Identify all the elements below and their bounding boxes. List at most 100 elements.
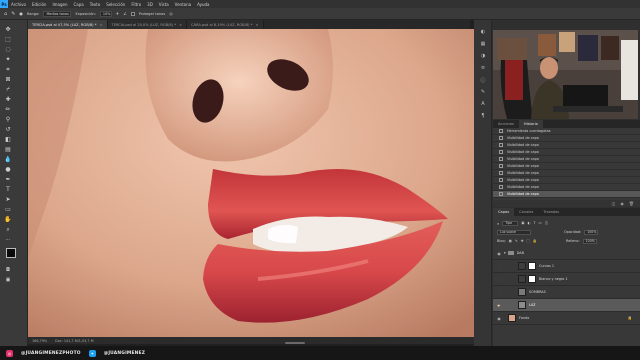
path-selection-tool-icon[interactable]: ➤ (4, 196, 12, 204)
layer-row-fondo[interactable]: ◉ Fondo 🔒 (493, 312, 640, 325)
foreground-color-swatch[interactable] (6, 248, 16, 258)
blend-mode-select[interactable]: Luz suave (497, 229, 531, 235)
history-row[interactable]: Visibilidad de capa (493, 170, 640, 177)
doc-tab-1[interactable]: TERCIA.psd al 47,5% (LUZ, RGB/8) * × (28, 20, 108, 29)
history-row-current[interactable]: Visibilidad de capa (493, 191, 640, 198)
type-filter-icon[interactable]: T (533, 221, 535, 225)
dodge-tool-preset-icon[interactable]: ✎ (11, 11, 15, 17)
lock-all-icon[interactable]: 🔒 (533, 239, 537, 243)
history-row[interactable]: Visibilidad de capa (493, 149, 640, 156)
menu-imagen[interactable]: Imagen (49, 2, 70, 7)
history-row[interactable]: Visibilidad de capa (493, 184, 640, 191)
tab-historia[interactable]: Historia (518, 120, 543, 128)
layer-row-blanco-negro[interactable]: ◌ Blanco y negro 1 (493, 273, 640, 286)
hand-tool-icon[interactable]: ✋ (4, 216, 12, 224)
history-row[interactable]: Visibilidad de capa (493, 163, 640, 170)
more-tools-icon[interactable]: ⋯ (4, 236, 12, 244)
trash-icon[interactable]: 🗑 (629, 201, 634, 206)
brush-tool-icon[interactable]: ✏ (4, 106, 12, 114)
eye-icon[interactable]: ◌ (496, 290, 502, 295)
eraser-tool-icon[interactable]: ◧ (4, 136, 12, 144)
menu-filtro[interactable]: Filtro (128, 2, 144, 7)
lock-move-icon[interactable]: ✥ (521, 239, 524, 243)
marquee-tool-icon[interactable]: ⬚ (4, 36, 12, 44)
history-row[interactable]: Visibilidad de capa (493, 135, 640, 142)
photoshop-logo-icon[interactable]: Ps (0, 0, 8, 8)
document-canvas[interactable] (28, 29, 474, 337)
character-panel-icon[interactable]: A (479, 100, 487, 108)
smart-object-filter-icon[interactable]: ◫ (545, 221, 548, 225)
tab-capas[interactable]: Capas (493, 208, 515, 216)
history-row[interactable]: Visibilidad de capa (493, 156, 640, 163)
pressure-icon[interactable]: ◎ (169, 11, 173, 16)
quick-select-tool-icon[interactable]: ✦ (4, 56, 12, 64)
blur-tool-icon[interactable]: 💧 (4, 156, 12, 164)
eye-icon[interactable]: ◌ (496, 277, 502, 282)
screen-mode-icon[interactable]: ▣ (4, 276, 12, 284)
range-select[interactable]: Medios tonos (43, 10, 72, 17)
eye-icon[interactable]: ◌ (496, 264, 502, 269)
close-icon[interactable]: × (179, 23, 182, 27)
brush-panel-icon[interactable]: ✎ (479, 88, 487, 96)
rectangle-tool-icon[interactable]: ▭ (4, 206, 12, 214)
layer-row-sombras[interactable]: ◌ SOMBRAS (493, 286, 640, 299)
protect-tones-checkbox[interactable] (130, 11, 135, 16)
history-row[interactable]: Visibilidad de capa (493, 177, 640, 184)
history-brush-tool-icon[interactable]: ↺ (4, 126, 12, 134)
menu-vista[interactable]: Vista (156, 2, 172, 7)
shape-filter-icon[interactable]: ▭ (539, 221, 542, 225)
lock-artboard-icon[interactable]: ⬚ (527, 239, 530, 243)
zoom-tool-icon[interactable]: ⌕ (4, 226, 12, 234)
paragraph-panel-icon[interactable]: ¶ (479, 112, 487, 120)
search-icon[interactable]: ⌕ (497, 221, 499, 226)
exposure-field[interactable]: 10% (99, 10, 112, 17)
healing-brush-tool-icon[interactable]: ✚ (4, 96, 12, 104)
lock-brush-icon[interactable]: ✎ (515, 239, 518, 243)
doc-tab-2[interactable]: TERCIA.psd al 20,0% (LUZ, RGB/8) * × (107, 20, 188, 29)
menu-3d[interactable]: 3D (144, 2, 156, 7)
fill-field[interactable]: 100% (582, 238, 597, 244)
menu-ayuda[interactable]: Ayuda (194, 2, 212, 7)
dodge-tool-icon[interactable]: ● (4, 166, 12, 174)
eyedropper-tool-icon[interactable]: ⌿ (4, 86, 12, 94)
type-tool-icon[interactable]: T (4, 186, 12, 194)
horizontal-scrollbar[interactable] (285, 342, 305, 344)
history-row[interactable]: Herramienta cuentagotas (493, 128, 640, 135)
menu-ventana[interactable]: Ventana (172, 2, 194, 7)
hand-cursor-icon[interactable]: ☛ (496, 303, 502, 308)
crop-tool-icon[interactable]: ⌗ (4, 66, 12, 74)
properties-panel-icon[interactable]: ≡ (479, 64, 487, 72)
lock-pixels-icon[interactable]: ▦ (509, 239, 512, 243)
close-icon[interactable]: × (256, 23, 259, 27)
doc-tab-3[interactable]: CARA.psd al 8,19% (LUZ, RGB/8) * × (187, 20, 264, 29)
menu-archivo[interactable]: Archivo (8, 2, 29, 7)
color-panel-icon[interactable]: ◐ (479, 28, 487, 36)
lasso-tool-icon[interactable]: ◌ (4, 46, 12, 54)
history-row[interactable]: Visibilidad de capa (493, 142, 640, 149)
frame-tool-icon[interactable]: ⊠ (4, 76, 12, 84)
angle-icon[interactable]: ∠ (123, 11, 127, 16)
tab-trazados[interactable]: Trazados (538, 208, 564, 216)
pixel-filter-icon[interactable]: ▣ (521, 221, 524, 225)
adjustments-panel-icon[interactable]: ◑ (479, 52, 487, 60)
camera-icon[interactable]: ◉ (620, 201, 624, 206)
opacity-field[interactable]: 100% (584, 229, 599, 235)
tab-acciones[interactable]: Acciones (493, 120, 519, 128)
new-snapshot-icon[interactable]: ◫ (612, 201, 616, 206)
info-panel-icon[interactable]: ⓘ (479, 76, 487, 84)
tab-canales[interactable]: Canales (514, 208, 538, 216)
menu-seleccion[interactable]: Selección (103, 2, 128, 7)
menu-capa[interactable]: Capa (71, 2, 87, 7)
layer-row-curvas[interactable]: ◌ Curvas 1 (493, 260, 640, 273)
clone-stamp-tool-icon[interactable]: ⚲ (4, 116, 12, 124)
swatches-panel-icon[interactable]: ▦ (479, 40, 487, 48)
zoom-level[interactable]: 166,79% (32, 339, 47, 343)
home-icon[interactable]: ⌂ (4, 11, 7, 17)
chevron-down-icon[interactable]: ▾ (504, 251, 506, 255)
adjustment-filter-icon[interactable]: ◐ (527, 221, 530, 225)
menu-edicion[interactable]: Edición (29, 2, 49, 7)
layer-row-luz[interactable]: ☛ LUZ (493, 299, 640, 312)
gradient-tool-icon[interactable]: ▤ (4, 146, 12, 154)
airbrush-icon[interactable]: ✈ (116, 11, 119, 16)
move-tool-icon[interactable]: ✥ (4, 26, 12, 34)
